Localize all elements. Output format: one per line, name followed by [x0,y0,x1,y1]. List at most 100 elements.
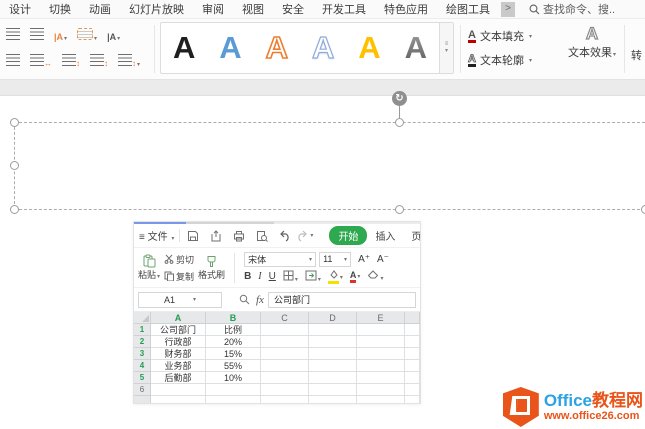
text-direction-button[interactable]: |A▾ [54,27,67,45]
column-header-partial[interactable] [405,312,420,324]
row-header-5[interactable]: 5 [134,372,151,384]
formula-bar-input[interactable]: 公司部门 [267,291,416,308]
cell-F7[interactable] [405,396,420,403]
cell-E4[interactable] [357,360,405,372]
tab-animation[interactable]: 动画 [80,0,120,18]
bold-button[interactable]: B [244,271,251,282]
tab-design[interactable]: 设计 [0,0,40,18]
cell-A4[interactable]: 业务部 [151,360,206,372]
fill-color-button[interactable]: ▾ [327,269,343,284]
cell-D7[interactable] [309,396,357,403]
sheet-tab-page-layout[interactable]: 页面布 [403,228,420,243]
command-search-input[interactable]: 查找命令、搜.. [529,1,645,17]
handle-middle-left[interactable] [10,161,19,170]
cell-E1[interactable] [357,324,405,336]
embedded-spreadsheet[interactable]: ≡ 文件 ▾ ▾ 开始 插入 页 粘贴▾ 剪切 复制 格式刷 宋体 ▾ 11 ▾… [133,221,421,404]
row-header-4[interactable]: 4 [134,360,151,372]
merge-cells-button[interactable]: ▾ [305,270,321,284]
cell-F2[interactable] [405,336,420,348]
insert-function-button[interactable]: fx [256,294,264,306]
cell-C6[interactable] [261,384,309,396]
cell-D1[interactable] [309,324,357,336]
cell-D5[interactable] [309,372,357,384]
row-header-2[interactable]: 2 [134,336,151,348]
cell-A7[interactable] [151,396,206,403]
cell-A5[interactable]: 后勤部 [151,372,206,384]
handle-bottom-left[interactable] [10,205,19,214]
cell-C3[interactable] [261,348,309,360]
cell-A1[interactable]: 公司部门 [151,324,206,336]
distribute-button[interactable]: ↔ [30,53,52,71]
toolbar-options-icon[interactable]: ▾ [310,232,313,239]
redo-button[interactable] [293,228,309,244]
cell-B1[interactable]: 比例 [206,324,261,336]
line-spacing-button[interactable]: ↕▾ [118,53,140,71]
undo-button[interactable] [277,228,293,244]
handle-bottom-center[interactable] [395,205,404,214]
shrink-font-button[interactable]: A⁻ [377,254,389,265]
borders-button[interactable]: ▾ [283,270,298,284]
font-name-select[interactable]: 宋体 ▾ [244,251,317,267]
tab-security[interactable]: 安全 [273,0,313,18]
tab-review[interactable]: 审阅 [193,0,233,18]
file-menu-button[interactable]: ≡ 文件 ▾ [139,228,174,243]
cell-D3[interactable] [309,348,357,360]
handle-top-center[interactable] [395,118,404,127]
textbox-style-button[interactable]: ▾ [77,27,97,45]
grow-font-button[interactable]: A⁺ [358,254,370,265]
cell-B3[interactable]: 15% [206,348,261,360]
wordart-style-gray-gradient[interactable]: A [393,24,439,72]
line-spacing-tight-button[interactable]: ↕ [90,53,108,71]
cell-C5[interactable] [261,372,309,384]
tab-drawing-tools[interactable]: 绘图工具 [437,0,499,18]
cell-D2[interactable] [309,336,357,348]
cell-A6[interactable] [151,384,206,396]
underline-button[interactable]: U [269,271,276,282]
print-preview-button[interactable] [254,228,270,244]
cell-C2[interactable] [261,336,309,348]
cell-B7[interactable] [206,396,261,403]
format-painter-button[interactable]: 格式刷 [198,255,225,281]
eraser-button[interactable]: ▾ [367,270,383,283]
column-header-E[interactable]: E [357,312,405,324]
row-header-1[interactable]: 1 [134,324,151,336]
cell-E6[interactable] [357,384,405,396]
tab-special-features[interactable]: 特色应用 [375,0,437,18]
wordart-gallery-scrollbar[interactable]: ≡ ▾ [438,23,453,73]
tab-developer[interactable]: 开发工具 [313,0,375,18]
cell-B2[interactable]: 20% [206,336,261,348]
italic-button[interactable]: I [258,271,261,282]
row-header-6[interactable]: 6 [134,384,151,396]
ribbon-overflow-button[interactable]: > [501,1,515,17]
cell-F6[interactable] [405,384,420,396]
tab-transition[interactable]: 切换 [40,0,80,18]
print-button[interactable] [231,228,247,244]
column-header-D[interactable]: D [309,312,357,324]
decrease-indent-button[interactable] [6,27,20,45]
copy-button[interactable]: 复制 [164,268,194,285]
handle-bottom-right[interactable] [641,205,645,214]
sheet-tab-insert[interactable]: 插入 [367,228,403,243]
cell-D4[interactable] [309,360,357,372]
cell-C7[interactable] [261,396,309,403]
cut-button[interactable]: 剪切 [164,251,194,268]
row-header-7[interactable] [134,396,151,403]
paste-button[interactable]: 粘贴▾ [138,254,160,281]
sheet-tab-home[interactable]: 开始 [329,226,368,245]
cell-B5[interactable]: 10% [206,372,261,384]
cell-E5[interactable] [357,372,405,384]
rotate-handle[interactable]: ↻ [392,91,407,106]
wordart-style-pale-blue-outline[interactable]: A [300,24,346,72]
font-color-button[interactable]: A▾ [349,270,360,283]
handle-top-left[interactable] [10,118,19,127]
cell-E2[interactable] [357,336,405,348]
wordart-style-orange-outline[interactable]: A [254,24,300,72]
cell-C1[interactable] [261,324,309,336]
zoom-formula-button[interactable] [236,292,252,308]
cell-F4[interactable] [405,360,420,372]
vertical-textbox-button[interactable]: |A▾ [107,27,120,45]
text-effects-button[interactable]: A 文本效果▾ [564,23,620,60]
column-header-C[interactable]: C [261,312,309,324]
cell-A2[interactable]: 行政部 [151,336,206,348]
wordart-style-gold[interactable]: A [346,24,392,72]
